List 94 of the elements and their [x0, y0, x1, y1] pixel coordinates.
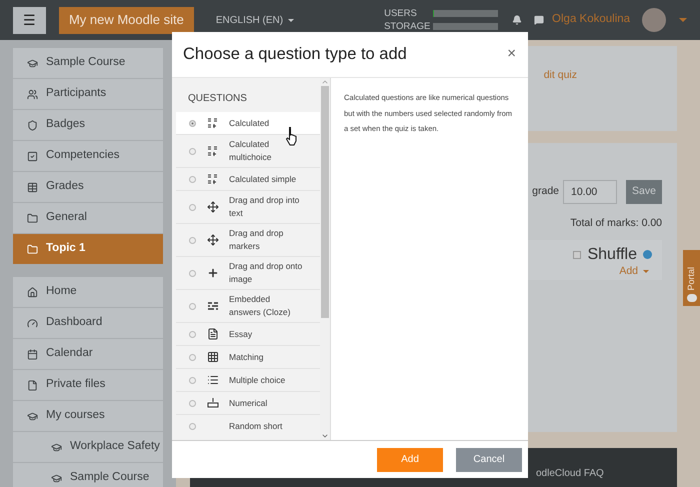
portal-tab[interactable]: Portal	[683, 250, 700, 306]
sidebar-item[interactable]: Sample Course	[13, 48, 163, 79]
dialog-title: Choose a question type to add	[183, 44, 407, 66]
formula-icon	[207, 117, 219, 129]
shield-icon	[27, 120, 38, 130]
graduation-cap-icon	[27, 410, 38, 422]
radio-button[interactable]	[189, 354, 196, 360]
grid-icon	[207, 351, 219, 363]
sidebar-item[interactable]: Dashboard	[13, 308, 163, 339]
sidebar-item[interactable]: Topic 1	[13, 234, 163, 265]
radio-button[interactable]	[189, 376, 196, 384]
avatar[interactable]	[642, 8, 666, 32]
graduation-cap-icon	[51, 442, 62, 452]
sidebar-item[interactable]: Grades	[13, 172, 163, 203]
checkbox-icon	[27, 150, 38, 162]
question-type-option[interactable]: Calculated	[176, 112, 320, 135]
radio-button[interactable]	[189, 176, 196, 182]
radio-button[interactable]	[189, 423, 196, 430]
help-icon[interactable]	[643, 250, 652, 260]
radio-button[interactable]	[189, 148, 196, 154]
radio-button[interactable]	[189, 204, 196, 210]
faq-link[interactable]: odleCloud FAQ	[536, 468, 604, 480]
close-button[interactable]: ×	[507, 43, 517, 66]
graduation-cap-icon	[27, 58, 38, 68]
scroll-down-icon[interactable]	[321, 432, 329, 440]
sidebar-item[interactable]: Calendar	[13, 339, 163, 370]
question-type-label: Multiple choice	[229, 374, 286, 386]
shuffle-label: Shuffle	[587, 246, 637, 264]
question-type-label: Embedded answers (Cloze)	[229, 293, 292, 319]
question-type-label: Drag and drop markers	[229, 227, 284, 253]
site-name-button[interactable]: My new Moodle site	[58, 6, 194, 34]
move-icon	[207, 201, 219, 213]
graduation-cap-icon	[51, 472, 62, 484]
gauge-icon	[27, 318, 38, 328]
question-type-label: Calculated multichoice	[229, 138, 273, 164]
sidebar-item[interactable]: Private files	[13, 370, 163, 401]
usage-label: STORAGE	[384, 20, 430, 32]
question-type-label: Matching	[229, 350, 264, 364]
question-type-label: Essay	[229, 328, 254, 340]
section-heading: QUESTIONS	[187, 92, 248, 106]
radio-button[interactable]	[189, 330, 196, 338]
radio-button[interactable]	[189, 400, 196, 406]
move-icon	[207, 234, 219, 246]
cancel-button[interactable]: Cancel	[456, 448, 522, 472]
radio-button[interactable]	[189, 120, 196, 126]
sidebar-item[interactable]: Workplace Safety	[13, 432, 163, 463]
grade-field[interactable]: 10.00	[563, 180, 617, 204]
radio-button[interactable]	[189, 236, 196, 244]
sidebar-item[interactable]: My courses	[13, 401, 163, 432]
question-type-label: Calculated	[229, 116, 270, 130]
folder-icon	[27, 212, 38, 224]
calendar-icon	[27, 348, 38, 360]
radio-button[interactable]	[189, 302, 196, 310]
radio-button[interactable]	[189, 270, 196, 276]
usage-bar	[433, 23, 498, 30]
sidebar-item[interactable]: Sample Course	[13, 463, 163, 487]
sidebar-item[interactable]: General	[13, 203, 163, 234]
caret-icon[interactable]	[288, 18, 294, 22]
sidebar-item[interactable]: Badges	[13, 110, 163, 141]
document-icon	[207, 328, 219, 340]
question-type-option[interactable]: Essay	[176, 323, 320, 346]
caret-icon[interactable]	[679, 18, 688, 22]
home-icon	[27, 286, 38, 298]
shuffle-checkbox[interactable]	[573, 250, 582, 259]
users-icon	[27, 88, 38, 100]
menu-button[interactable]: ☰	[13, 6, 46, 34]
usage-label: USERS	[384, 8, 418, 20]
sidebar-item[interactable]: Competencies	[13, 141, 163, 172]
question-type-label: Drag and drop into text	[229, 194, 300, 220]
total-marks: Total of marks: 0.00	[570, 216, 662, 232]
message-icon[interactable]	[534, 15, 544, 25]
sidebar-item[interactable]: Home	[13, 277, 163, 308]
formula-icon	[207, 173, 219, 185]
plus-icon	[207, 267, 219, 279]
caret-icon[interactable]	[643, 270, 649, 274]
question-type-option[interactable]: Random short	[176, 415, 320, 438]
portal-label: Portal	[687, 267, 696, 291]
folder-icon	[27, 244, 38, 254]
question-type-label: Numerical	[229, 396, 268, 410]
formula-icon	[207, 145, 219, 157]
question-type-label: Calculated simple	[229, 172, 298, 186]
blanks-icon	[207, 300, 219, 312]
question-type-option[interactable]: Matching	[176, 346, 320, 369]
scroll-up-icon[interactable]	[321, 78, 329, 86]
scrollbar[interactable]	[320, 78, 330, 440]
sidebar-item[interactable]: Participants	[13, 79, 163, 110]
question-type-label: Random short	[229, 420, 284, 433]
notification-icon[interactable]	[512, 15, 522, 25]
question-type-label: Drag and drop onto image	[229, 260, 303, 286]
table-icon	[27, 182, 38, 192]
grade-label: grade	[532, 184, 559, 200]
language-menu[interactable]: ENGLISH (EN)	[216, 12, 284, 28]
file-icon	[27, 380, 38, 390]
numeric-icon	[207, 397, 219, 409]
